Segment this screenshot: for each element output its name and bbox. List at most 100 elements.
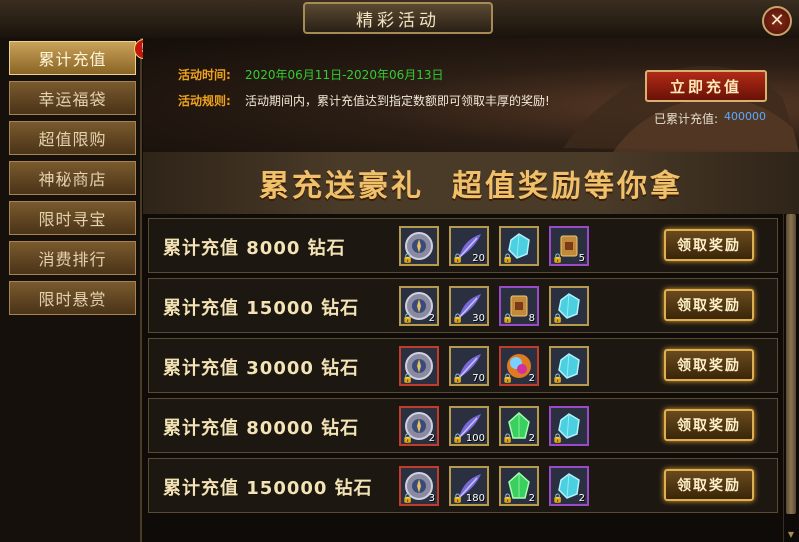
- reward-tier-list: 累计充值 8000 钻石 🔒 🔒 20 🔒 🔒 5 领取奖励 累计充值 15000 钻石 🔒 2 🔒 3…: [143, 214, 783, 542]
- slogan-part-1: 累充送豪礼: [259, 169, 424, 204]
- sidebar-item-lucky-bag[interactable]: 幸运福袋: [9, 81, 136, 115]
- reward-item-slot[interactable]: 🔒 20: [449, 226, 489, 266]
- sidebar-item-label: 神秘商店: [38, 170, 107, 189]
- scroll-down-arrow-icon[interactable]: ▼: [786, 530, 796, 540]
- sidebar: 累计充值 ! 幸运福袋 超值限购 神秘商店 限时寻宝 消费排行 限时悬赏: [0, 38, 154, 542]
- scroll-thumb[interactable]: [786, 214, 796, 514]
- sidebar-item-mystery-shop[interactable]: 神秘商店: [9, 161, 136, 195]
- item-quantity: 180: [465, 493, 485, 504]
- reward-item-slot[interactable]: 🔒 70: [449, 346, 489, 386]
- item-quantity: 5: [578, 253, 585, 264]
- bound-lock-icon: 🔒: [452, 374, 464, 384]
- bound-lock-icon: 🔒: [402, 314, 414, 324]
- item-quantity: 30: [472, 313, 485, 324]
- reward-item-slot[interactable]: 🔒 2: [399, 406, 439, 446]
- slogan-text: 累充送豪礼 超值奖励等你拿: [143, 152, 799, 214]
- sidebar-item-label: 幸运福袋: [38, 90, 107, 109]
- bound-lock-icon: 🔒: [502, 314, 514, 324]
- bound-lock-icon: 🔒: [452, 494, 464, 504]
- activity-rule-label: 活动规则:: [178, 94, 231, 108]
- tier-requirement-label: 累计充值 150000 钻石: [163, 478, 373, 499]
- reward-item-slot[interactable]: 🔒 2: [499, 406, 539, 446]
- bound-lock-icon: 🔒: [402, 494, 414, 504]
- reward-item-slot[interactable]: 🔒: [549, 286, 589, 326]
- item-quantity: 8: [528, 313, 535, 324]
- tier-requirement-label: 累计充值 8000 钻石: [163, 238, 346, 259]
- item-quantity: 2: [428, 313, 435, 324]
- reward-item-slot[interactable]: 🔒: [399, 346, 439, 386]
- reward-item-slot[interactable]: 🔒: [399, 226, 439, 266]
- claim-reward-button[interactable]: 领取奖励: [664, 289, 754, 321]
- reward-item-slot[interactable]: 🔒 2: [549, 466, 589, 506]
- window-title: 精彩活动: [303, 2, 493, 34]
- bound-lock-icon: 🔒: [552, 434, 564, 444]
- item-quantity: 100: [465, 433, 485, 444]
- tier-requirement-label: 累计充值 30000 钻石: [163, 358, 360, 379]
- activity-rule-value: 活动期间内，累计充值达到指定数额即可领取丰厚的奖励!: [245, 94, 550, 108]
- slogan-banner: 累充送豪礼 超值奖励等你拿: [143, 152, 799, 214]
- claim-reward-button[interactable]: 领取奖励: [664, 469, 754, 501]
- sidebar-item-label: 限时寻宝: [38, 210, 107, 229]
- bound-lock-icon: 🔒: [552, 254, 564, 264]
- sidebar-item-label: 消费排行: [38, 250, 107, 269]
- bound-lock-icon: 🔒: [552, 374, 564, 384]
- reward-item-slot[interactable]: 🔒: [549, 346, 589, 386]
- item-quantity: 20: [472, 253, 485, 264]
- reward-item-slot[interactable]: 🔒 2: [399, 286, 439, 326]
- reward-tier-row: 累计充值 30000 钻石 🔒 🔒 70 🔒 2 🔒 领取奖励: [148, 338, 778, 393]
- item-quantity: 70: [472, 373, 485, 384]
- activity-window: 精彩活动 ✕ 累计充值 ! 幸运福袋 超值限购 神秘商店 限时寻宝 消费排行 限…: [0, 0, 799, 542]
- sidebar-item-label: 限时悬赏: [38, 290, 107, 309]
- reward-item-slot[interactable]: 🔒 180: [449, 466, 489, 506]
- item-quantity: 2: [428, 433, 435, 444]
- total-recharge-value: 400000: [724, 110, 766, 123]
- bound-lock-icon: 🔒: [452, 254, 464, 264]
- claim-reward-button[interactable]: 领取奖励: [664, 229, 754, 261]
- sidebar-item-treasure-hunt[interactable]: 限时寻宝: [9, 201, 136, 235]
- close-button[interactable]: ✕: [762, 6, 792, 36]
- activity-time-label: 活动时间:: [178, 68, 231, 82]
- item-quantity: 3: [428, 493, 435, 504]
- reward-tier-row: 累计充值 150000 钻石 🔒 3 🔒 180 🔒 2 🔒 2 领取奖励: [148, 458, 778, 513]
- bound-lock-icon: 🔒: [402, 254, 414, 264]
- reward-item-slot[interactable]: 🔒 2: [499, 346, 539, 386]
- total-recharge-label: 已累计充值:: [654, 112, 719, 126]
- item-quantity: 2: [528, 373, 535, 384]
- reward-item-slot[interactable]: 🔒: [549, 406, 589, 446]
- item-quantity: 2: [528, 433, 535, 444]
- sidebar-item-cumulative-recharge[interactable]: 累计充值 !: [9, 39, 154, 75]
- reward-item-slot[interactable]: 🔒 3: [399, 466, 439, 506]
- tier-requirement-label: 累计充值 80000 钻石: [163, 418, 360, 439]
- scrollbar[interactable]: ▼: [783, 214, 798, 542]
- bound-lock-icon: 🔒: [402, 434, 414, 444]
- bound-lock-icon: 🔒: [502, 434, 514, 444]
- reward-tier-row: 累计充值 15000 钻石 🔒 2 🔒 30 🔒 8 🔒 领取奖励: [148, 278, 778, 333]
- bound-lock-icon: 🔒: [552, 314, 564, 324]
- bound-lock-icon: 🔒: [452, 434, 464, 444]
- sidebar-item-spending-rank[interactable]: 消费排行: [9, 241, 136, 275]
- slogan-part-2: 超值奖励等你拿: [452, 169, 683, 204]
- bound-lock-icon: 🔒: [452, 314, 464, 324]
- title-bar: 精彩活动 ✕: [0, 0, 799, 40]
- tier-requirement-label: 累计充值 15000 钻石: [163, 298, 360, 319]
- activity-time-value: 2020年06月11日-2020年06月13日: [245, 68, 444, 82]
- reward-item-slot[interactable]: 🔒 30: [449, 286, 489, 326]
- bound-lock-icon: 🔒: [502, 254, 514, 264]
- reward-item-slot[interactable]: 🔒 8: [499, 286, 539, 326]
- recharge-now-button[interactable]: 立即充值: [645, 70, 767, 102]
- bound-lock-icon: 🔒: [502, 374, 514, 384]
- item-quantity: 2: [578, 493, 585, 504]
- sidebar-item-limited-purchase[interactable]: 超值限购: [9, 121, 136, 155]
- reward-item-slot[interactable]: 🔒 2: [499, 466, 539, 506]
- sidebar-item-bounty[interactable]: 限时悬赏: [9, 281, 136, 315]
- reward-item-slot[interactable]: 🔒 100: [449, 406, 489, 446]
- bound-lock-icon: 🔒: [502, 494, 514, 504]
- reward-tier-row: 累计充值 80000 钻石 🔒 2 🔒 100 🔒 2 🔒 领取奖励: [148, 398, 778, 453]
- reward-item-slot[interactable]: 🔒 5: [549, 226, 589, 266]
- reward-item-slot[interactable]: 🔒: [499, 226, 539, 266]
- bound-lock-icon: 🔒: [552, 494, 564, 504]
- claim-reward-button[interactable]: 领取奖励: [664, 409, 754, 441]
- sidebar-item-label: 累计充值: [38, 50, 107, 69]
- claim-reward-button[interactable]: 领取奖励: [664, 349, 754, 381]
- item-quantity: 2: [528, 493, 535, 504]
